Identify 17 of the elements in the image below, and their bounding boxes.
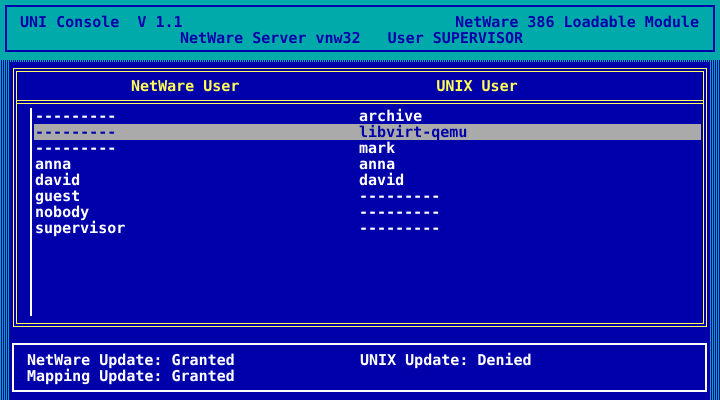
app-title: UNI Console V 1.1: [20, 14, 183, 30]
user-row[interactable]: --------- libvirt-qemu: [34, 124, 701, 140]
column-header: UNIX User: [436, 78, 518, 94]
module-label: NetWare 386 Loadable Module: [455, 14, 699, 30]
user-label: User SUPERVISOR: [388, 30, 524, 46]
status-text: NetWare Update: Granted: [27, 352, 236, 368]
user-row[interactable]: --------- mark: [34, 140, 701, 156]
user-row[interactable]: anna anna: [34, 156, 701, 172]
user-row[interactable]: --------- archive: [34, 108, 701, 124]
server-label: NetWare Server vnw32: [180, 30, 361, 46]
user-row[interactable]: nobody ---------: [34, 204, 701, 220]
status-text: UNIX Update: Denied: [360, 352, 532, 368]
user-row[interactable]: david david: [34, 172, 701, 188]
user-row[interactable]: guest ---------: [34, 188, 701, 204]
user-row[interactable]: supervisor ---------: [34, 220, 701, 236]
column-header: NetWare User: [131, 78, 240, 94]
status-text: Mapping Update: Granted: [27, 368, 236, 384]
